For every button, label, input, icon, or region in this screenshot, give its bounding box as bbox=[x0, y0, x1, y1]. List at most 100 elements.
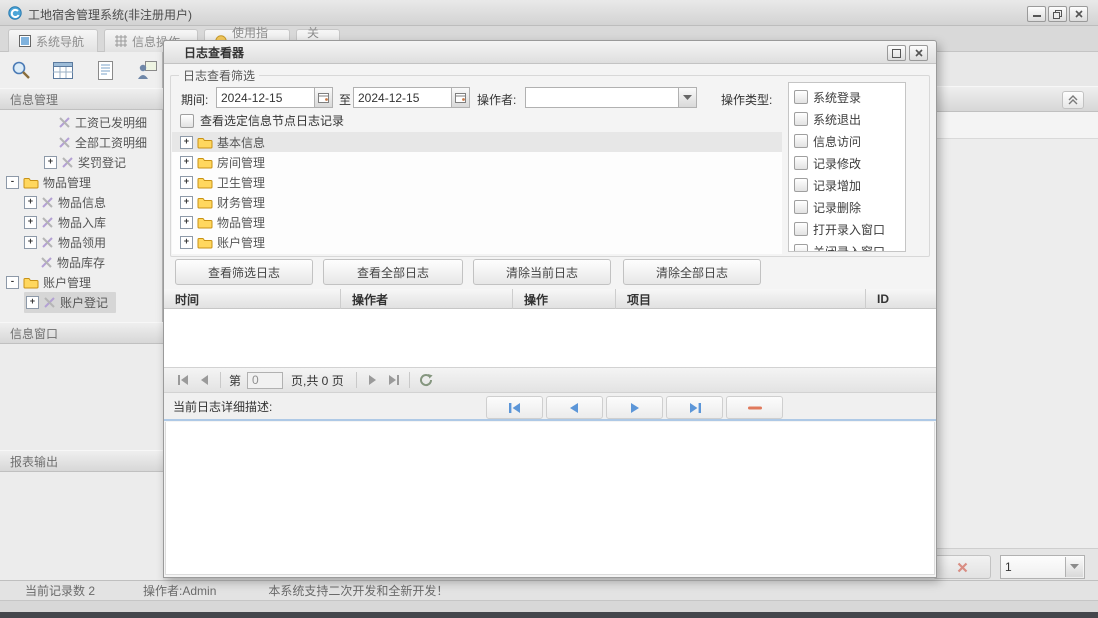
expand-icon[interactable]: + bbox=[180, 215, 193, 229]
tree-item-goods-info[interactable]: + 物品信息 bbox=[0, 192, 163, 212]
operator-tool-button[interactable] bbox=[130, 55, 164, 85]
record-prev-button[interactable] bbox=[546, 396, 603, 419]
checkbox-icon[interactable] bbox=[794, 90, 808, 104]
dlg-tree-item-basic[interactable]: + 基本信息 bbox=[172, 132, 782, 152]
dlg-tree-item-finance[interactable]: + 财务管理 bbox=[172, 192, 782, 212]
type-option-modify[interactable]: 记录修改 bbox=[794, 152, 905, 174]
sidebar-section-info[interactable]: 信息管理 bbox=[0, 88, 163, 110]
collapse-panel-button[interactable] bbox=[1062, 91, 1084, 109]
operator-combo[interactable] bbox=[525, 87, 697, 108]
log-viewer-dialog: 日志查看器 日志查看筛选 期间: 至 操作者: 操作类型: 系统登录 系统退出 bbox=[163, 40, 937, 578]
tree-item-label: 全部工资明细 bbox=[75, 135, 148, 150]
sidebar-section-report[interactable]: 报表输出 bbox=[0, 450, 163, 472]
chevron-down-icon[interactable] bbox=[1065, 557, 1083, 577]
tree-item-salary-all[interactable]: 全部工资明细 bbox=[0, 132, 163, 152]
page-number-select[interactable]: 1 bbox=[1000, 555, 1085, 579]
expand-icon[interactable]: + bbox=[26, 295, 39, 309]
expand-icon[interactable]: + bbox=[44, 155, 57, 169]
checkbox-icon[interactable] bbox=[794, 156, 808, 170]
prev-page-button[interactable] bbox=[194, 369, 216, 391]
collapse-icon[interactable]: - bbox=[6, 275, 19, 289]
type-option-open-window[interactable]: 打开录入窗口 bbox=[794, 218, 905, 240]
tree-item-reward[interactable]: + 奖罚登记 bbox=[0, 152, 163, 172]
chevron-down-icon[interactable] bbox=[678, 88, 696, 107]
column-header-time[interactable]: 时间 bbox=[164, 289, 341, 309]
record-first-button[interactable] bbox=[486, 396, 543, 419]
checkbox-icon[interactable] bbox=[794, 222, 808, 236]
date-to-field[interactable] bbox=[353, 87, 470, 108]
tree-item-salary-paid[interactable]: 工资已发明细 bbox=[0, 112, 163, 132]
date-from-field[interactable] bbox=[216, 87, 333, 108]
clear-current-log-button[interactable]: 清除当前日志 bbox=[473, 259, 611, 285]
close-button[interactable] bbox=[1069, 6, 1088, 22]
tree-item-goods-use[interactable]: + 物品领用 bbox=[0, 232, 163, 252]
record-last-button[interactable] bbox=[666, 396, 723, 419]
expand-icon[interactable]: + bbox=[24, 235, 37, 249]
tree-item-label: 物品入库 bbox=[58, 215, 107, 230]
expand-icon[interactable]: + bbox=[180, 155, 193, 169]
checkbox-icon[interactable] bbox=[794, 178, 808, 192]
tree-item-account-reg[interactable]: + 账户登记 bbox=[0, 291, 163, 313]
column-header-id[interactable]: ID bbox=[866, 289, 936, 309]
column-header-operator[interactable]: 操作者 bbox=[341, 289, 513, 309]
record-next-button[interactable] bbox=[606, 396, 663, 419]
dlg-tree-item-goods[interactable]: + 物品管理 bbox=[172, 212, 782, 232]
sidebar-section-window[interactable]: 信息窗口 bbox=[0, 322, 163, 344]
calendar-icon[interactable] bbox=[314, 88, 332, 107]
dlg-tree-item-hygiene[interactable]: + 卫生管理 bbox=[172, 172, 782, 192]
tree-item-goods-mgmt[interactable]: - 物品管理 bbox=[0, 172, 163, 192]
dlg-tree-item-room[interactable]: + 房间管理 bbox=[172, 152, 782, 172]
sidebar-toolbar bbox=[4, 55, 164, 85]
detail-text-area[interactable] bbox=[165, 422, 935, 575]
operator-input[interactable] bbox=[525, 87, 697, 108]
log-grid-body[interactable] bbox=[164, 309, 936, 367]
status-message: 本系统支持二次开发和全新开发！ bbox=[268, 584, 449, 598]
expand-icon[interactable]: + bbox=[24, 215, 37, 229]
page-number-input[interactable] bbox=[247, 371, 284, 389]
view-filtered-log-button[interactable]: 查看筛选日志 bbox=[175, 259, 313, 285]
column-header-project[interactable]: 项目 bbox=[616, 289, 866, 309]
delete-record-button[interactable] bbox=[933, 555, 991, 579]
expand-icon[interactable]: + bbox=[24, 195, 37, 209]
search-tool-button[interactable] bbox=[4, 55, 38, 85]
expand-icon[interactable]: + bbox=[180, 195, 193, 209]
checkbox-icon[interactable] bbox=[794, 112, 808, 126]
type-option-access[interactable]: 信息访问 bbox=[794, 130, 905, 152]
clear-all-log-button[interactable]: 清除全部日志 bbox=[623, 259, 761, 285]
expand-icon[interactable]: + bbox=[180, 135, 193, 149]
column-header-operation[interactable]: 操作 bbox=[513, 289, 616, 309]
minimize-button[interactable] bbox=[1027, 6, 1046, 22]
first-page-button[interactable] bbox=[172, 369, 194, 391]
refresh-button[interactable] bbox=[414, 369, 438, 391]
expand-icon[interactable]: + bbox=[180, 175, 193, 189]
node-log-checkbox[interactable]: 查看选定信息节点日志记录 bbox=[180, 112, 344, 129]
dialog-title-bar[interactable]: 日志查看器 bbox=[164, 41, 936, 64]
collapse-icon[interactable]: - bbox=[6, 175, 19, 189]
tree-item-goods-stock[interactable]: 物品库存 bbox=[0, 252, 163, 272]
checkbox-icon[interactable] bbox=[794, 244, 808, 251]
last-page-button[interactable] bbox=[383, 369, 405, 391]
type-option-delete[interactable]: 记录删除 bbox=[794, 196, 905, 218]
checkbox-icon[interactable] bbox=[180, 113, 194, 128]
dlg-tree-item-account[interactable]: + 账户管理 bbox=[172, 232, 782, 252]
dialog-maximize-button[interactable] bbox=[887, 45, 906, 61]
document-tool-button[interactable] bbox=[88, 55, 122, 85]
operation-type-list[interactable]: 系统登录 系统退出 信息访问 记录修改 记录增加 记录删除 打开录入窗口 关闭录… bbox=[788, 82, 906, 252]
type-option-logout[interactable]: 系统退出 bbox=[794, 108, 905, 130]
type-option-add[interactable]: 记录增加 bbox=[794, 174, 905, 196]
tree-item-goods-in[interactable]: + 物品入库 bbox=[0, 212, 163, 232]
checkbox-icon[interactable] bbox=[794, 134, 808, 148]
datasheet-tool-button[interactable] bbox=[46, 55, 80, 85]
dialog-close-button[interactable] bbox=[909, 45, 928, 61]
tab-system-nav[interactable]: 系统导航 bbox=[8, 29, 98, 52]
calendar-icon[interactable] bbox=[451, 88, 469, 107]
restore-button[interactable] bbox=[1048, 6, 1067, 22]
tree-item-account-mgmt[interactable]: - 账户管理 bbox=[0, 272, 163, 292]
checkbox-icon[interactable] bbox=[794, 200, 808, 214]
expand-icon[interactable]: + bbox=[180, 235, 193, 249]
record-delete-button[interactable] bbox=[726, 396, 783, 419]
type-option-login[interactable]: 系统登录 bbox=[794, 86, 905, 108]
next-page-button[interactable] bbox=[361, 369, 383, 391]
view-all-log-button[interactable]: 查看全部日志 bbox=[323, 259, 463, 285]
type-option-close-window[interactable]: 关闭录入窗口 bbox=[794, 240, 905, 251]
